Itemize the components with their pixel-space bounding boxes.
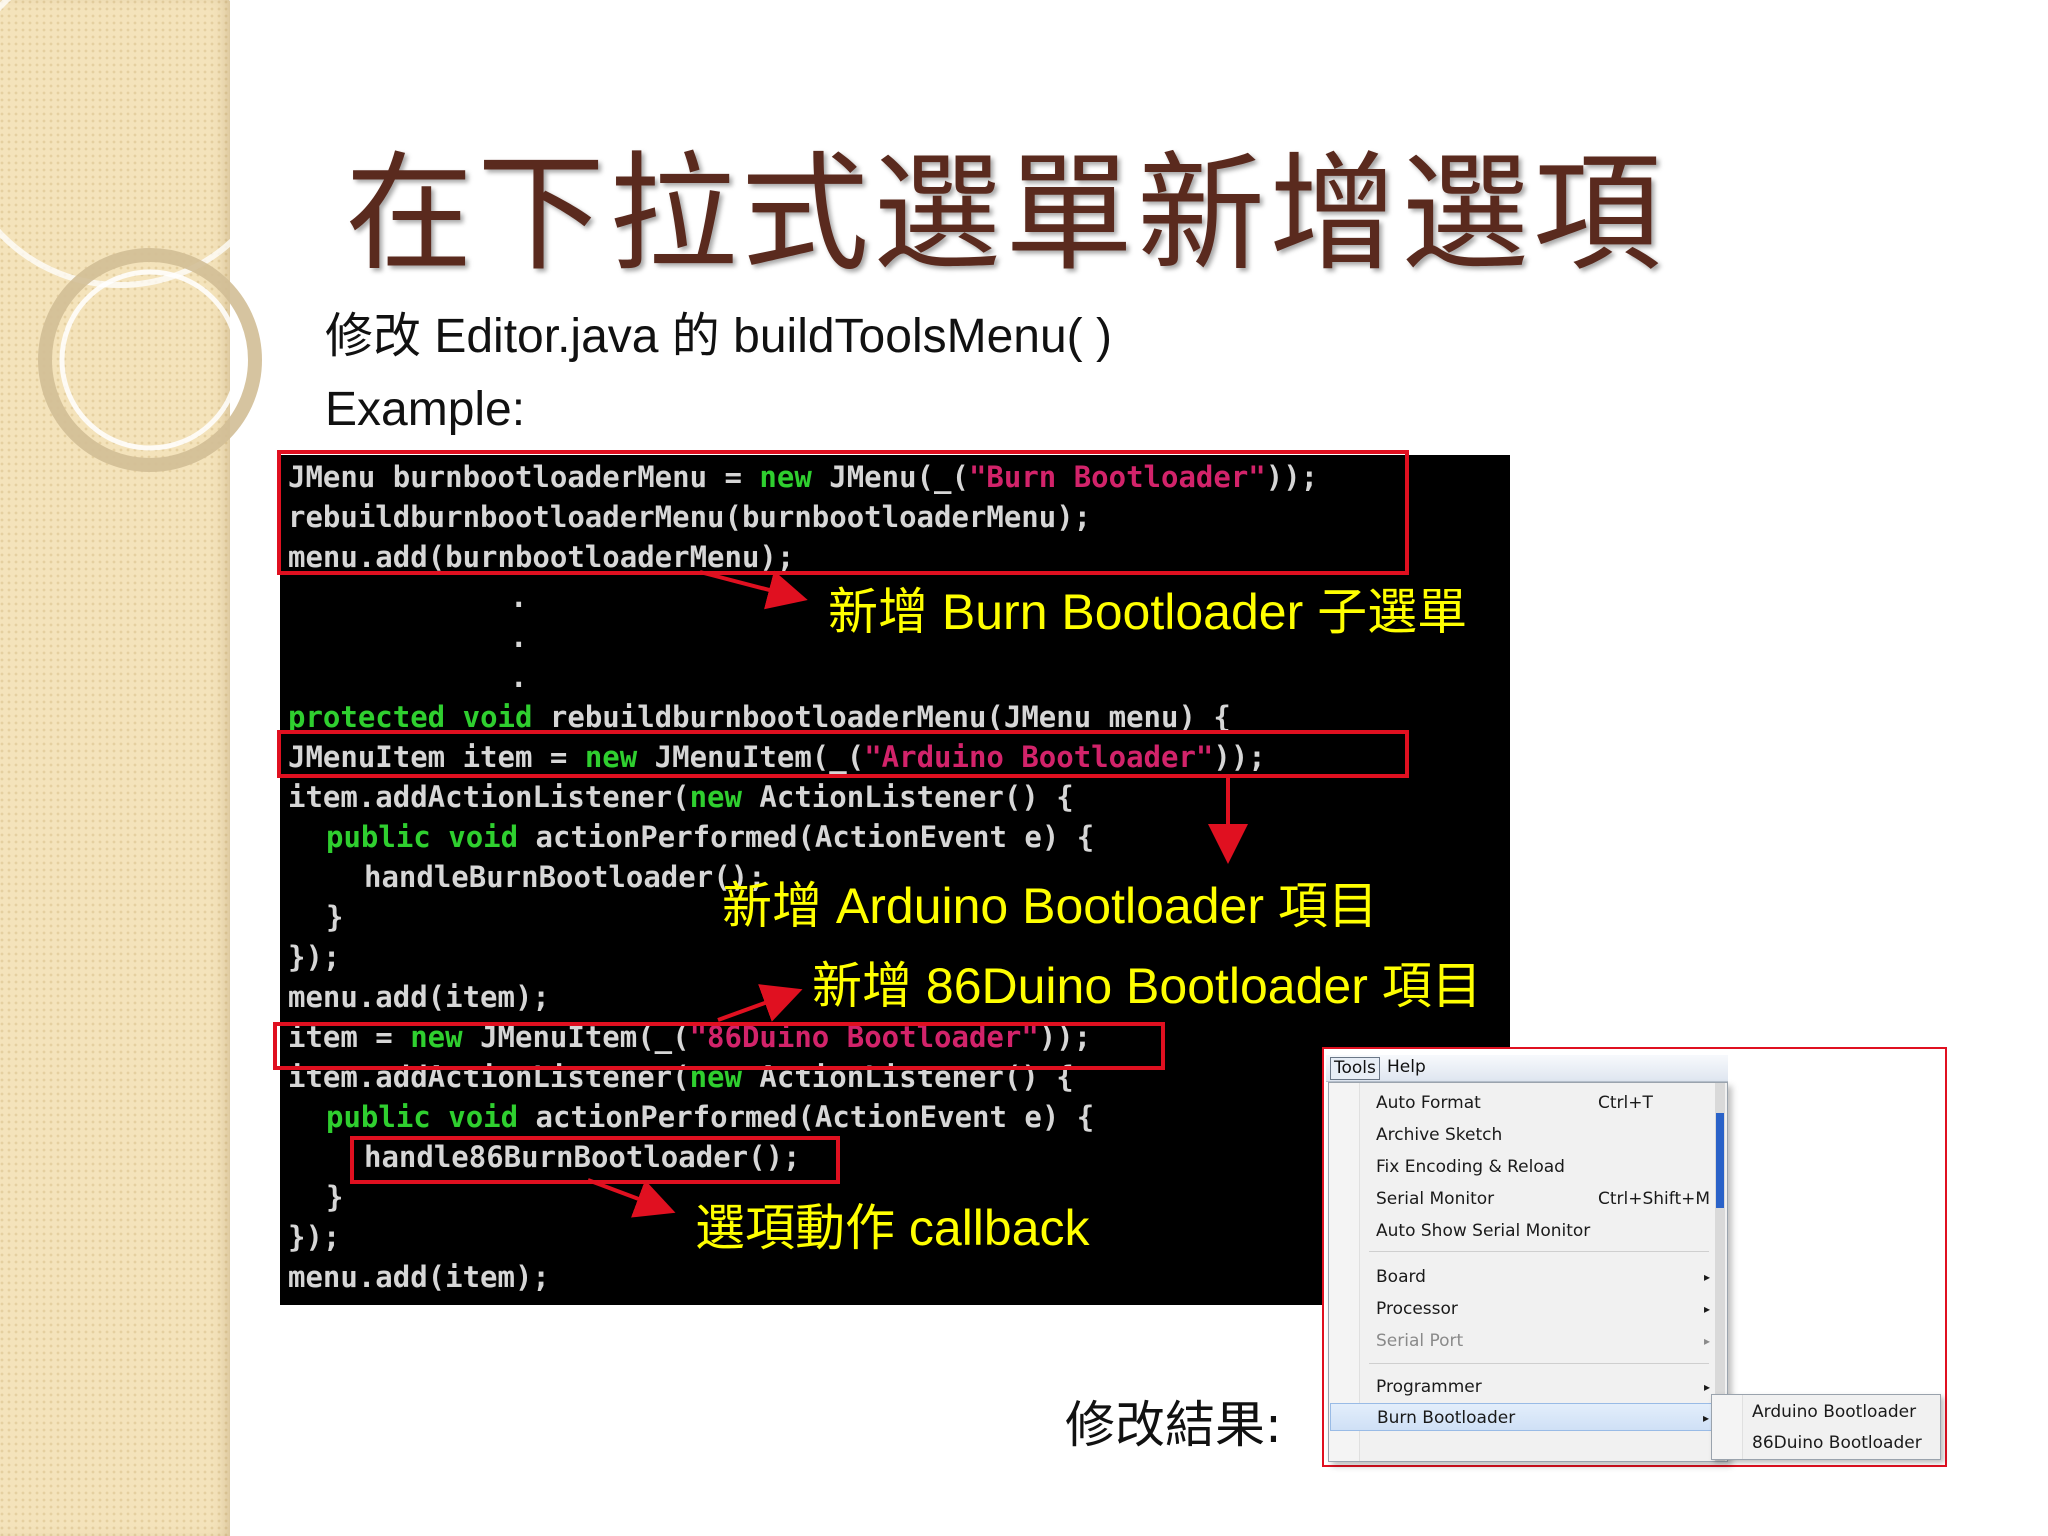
code-line-9: }	[326, 900, 344, 934]
code-line-10: });	[288, 940, 341, 974]
menu-bar: Tools Help	[1326, 1055, 1728, 1082]
subtitle: 修改 Editor.java 的 buildToolsMenu( )	[325, 310, 1112, 363]
menubar-tools[interactable]: Tools	[1330, 1057, 1380, 1080]
code-line-18: menu.add(item);	[288, 1260, 550, 1294]
menu-item-processor[interactable]: Processor ▸	[1330, 1295, 1714, 1323]
slide: 在下拉式選單新增選項 修改 Editor.java 的 buildToolsMe…	[0, 0, 2048, 1536]
submenu-arrow-icon: ▸	[1703, 1270, 1710, 1284]
code-line-17: });	[288, 1220, 341, 1254]
highlight-box-callback	[350, 1136, 840, 1184]
menu-item-auto-format[interactable]: Auto Format Ctrl+T	[1330, 1089, 1714, 1117]
menu-screenshot: Tools Help Auto Format Ctrl+T Archive Sk…	[1322, 1047, 1947, 1467]
ellipsis-dot-1: .	[510, 580, 528, 614]
page-title: 在下拉式選單新增選項	[345, 140, 1666, 289]
menu-separator	[1369, 1251, 1709, 1252]
menu-item-shortcut: Ctrl+Shift+M	[1598, 1189, 1711, 1209]
menu-item-label: Serial Port	[1376, 1331, 1464, 1351]
highlight-box-86duino-item	[273, 1022, 1165, 1070]
burn-bootloader-submenu: Arduino Bootloader 86Duino Bootloader	[1711, 1394, 1941, 1460]
annotation-arduino-item: 新增 Arduino Bootloader 項目	[722, 878, 1378, 934]
menu-item-label: Archive Sketch	[1376, 1125, 1503, 1145]
submenu-item-86duino-bootloader[interactable]: 86Duino Bootloader	[1752, 1429, 1922, 1457]
menu-item-serial-port[interactable]: Serial Port ▸	[1330, 1327, 1714, 1355]
menu-item-label: Board	[1376, 1267, 1426, 1287]
menu-item-label: Serial Monitor	[1376, 1189, 1495, 1209]
annotation-burn-submenu: 新增 Burn Bootloader 子選單	[828, 584, 1468, 640]
menu-item-label: Burn Bootloader	[1377, 1408, 1516, 1428]
menubar-help[interactable]: Help	[1384, 1057, 1429, 1078]
menu-item-label: Fix Encoding & Reload	[1376, 1157, 1565, 1177]
code-line-14: public void actionPerformed(ActionEvent …	[326, 1100, 1095, 1134]
menu-item-burn-bootloader[interactable]: Burn Bootloader ▸	[1330, 1403, 1714, 1431]
annotation-callback: 選項動作 callback	[695, 1200, 1090, 1256]
result-label: 修改結果:	[1065, 1396, 1282, 1454]
submenu-arrow-icon: ▸	[1703, 1334, 1710, 1348]
menu-separator	[1369, 1363, 1709, 1364]
submenu-item-arduino-bootloader[interactable]: Arduino Bootloader	[1752, 1398, 1916, 1426]
annotation-86duino-item: 新增 86Duino Bootloader 項目	[812, 958, 1482, 1014]
submenu-arrow-icon: ▸	[1703, 1380, 1710, 1394]
menu-item-programmer[interactable]: Programmer ▸	[1330, 1373, 1714, 1401]
tools-dropdown-menu: Auto Format Ctrl+T Archive Sketch Fix En…	[1328, 1082, 1728, 1462]
submenu-arrow-icon: ▸	[1703, 1302, 1710, 1316]
code-line-8: handleBurnBootloader();	[364, 860, 766, 894]
code-line-11: menu.add(item);	[288, 980, 550, 1014]
highlight-box-arduino-item	[277, 730, 1409, 778]
scrollbar-thumb[interactable]	[1716, 1113, 1724, 1208]
example-label: Example:	[325, 383, 526, 436]
menu-item-auto-show-serial-monitor[interactable]: Auto Show Serial Monitor	[1330, 1217, 1714, 1245]
menu-item-board[interactable]: Board ▸	[1330, 1263, 1714, 1291]
menu-item-label: Programmer	[1376, 1377, 1482, 1397]
decorative-rings	[0, 0, 288, 472]
ellipsis-dot-3: .	[510, 660, 528, 694]
menu-item-fix-encoding[interactable]: Fix Encoding & Reload	[1330, 1153, 1714, 1181]
submenu-arrow-icon: ▸	[1702, 1411, 1709, 1425]
menu-gutter	[1712, 1395, 1743, 1459]
menu-item-label: Processor	[1376, 1299, 1458, 1319]
code-line-6: item.addActionListener(new ActionListene…	[288, 780, 1074, 814]
code-line-7: public void actionPerformed(ActionEvent …	[326, 820, 1095, 854]
menu-item-archive-sketch[interactable]: Archive Sketch	[1330, 1121, 1714, 1149]
menu-item-shortcut: Ctrl+T	[1598, 1093, 1653, 1113]
highlight-box-burn-menu	[277, 450, 1409, 575]
menu-item-serial-monitor[interactable]: Serial Monitor Ctrl+Shift+M	[1330, 1185, 1714, 1213]
code-line-16: }	[326, 1180, 344, 1214]
ellipsis-dot-2: .	[510, 620, 528, 654]
menu-item-label: Auto Show Serial Monitor	[1376, 1221, 1591, 1241]
menu-item-label: Auto Format	[1376, 1093, 1481, 1113]
